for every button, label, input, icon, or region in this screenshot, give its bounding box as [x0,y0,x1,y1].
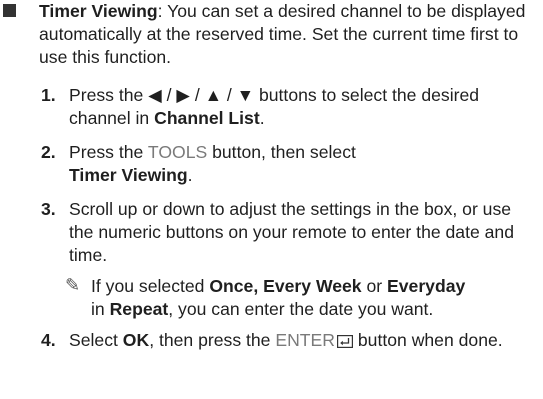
timer-viewing-label: Timer Viewing [69,165,188,185]
section-title: Timer Viewing [39,1,158,21]
step-text: Press the [69,142,148,162]
ok-label: OK [122,330,150,350]
channel-list-label: Channel List [154,108,260,128]
step-2: 2. Press the TOOLS button, then select T… [39,141,539,187]
enter-key-icon [337,335,353,348]
square-bullet-icon [3,4,16,17]
step-text: Press the ◀ / ▶ / ▲ / ▼ buttons to selec… [69,85,480,128]
timer-viewing-section: Timer Viewing: You can set a desired cha… [39,0,539,69]
step-text: button when done. [353,330,503,350]
intro-paragraph: Timer Viewing: You can set a desired cha… [39,0,539,69]
step-text: button, then select [207,142,356,162]
note-text: , you can enter the date you want. [168,299,434,319]
note-text: in [91,299,110,319]
step-text: Select [69,330,123,350]
step-1: 1. Press the ◀ / ▶ / ▲ / ▼ buttons to se… [39,84,539,130]
repeat-label: Repeat [109,299,169,319]
tools-key-label: TOOLS [147,142,208,162]
step-text: . [259,108,265,128]
step-3: 3. Scroll up or down to adjust the setti… [39,198,539,267]
note: ✎ If you selected Once, Every Week or Ev… [39,275,539,321]
note-text: or [361,276,388,296]
step-text: . [187,165,193,185]
repeat-options: Once, Every Week [209,276,362,296]
step-4: 4. Select OK, then press the ENTER butto… [39,329,539,352]
step-number: 4. [41,330,56,350]
steps-list: 1. Press the ◀ / ▶ / ▲ / ▼ buttons to se… [39,84,539,352]
everyday-option: Everyday [387,276,466,296]
manual-page: Timer Viewing: You can set a desired cha… [0,0,543,399]
step-text: , then press the [149,330,276,350]
pencil-note-icon: ✎ [65,275,81,295]
step-number: 1. [41,85,56,105]
step-number: 2. [41,142,56,162]
step-number: 3. [41,199,56,219]
enter-key-label: ENTER [275,330,335,350]
note-text: If you selected [91,276,210,296]
step-text: Scroll up or down to adjust the settings… [69,199,515,265]
